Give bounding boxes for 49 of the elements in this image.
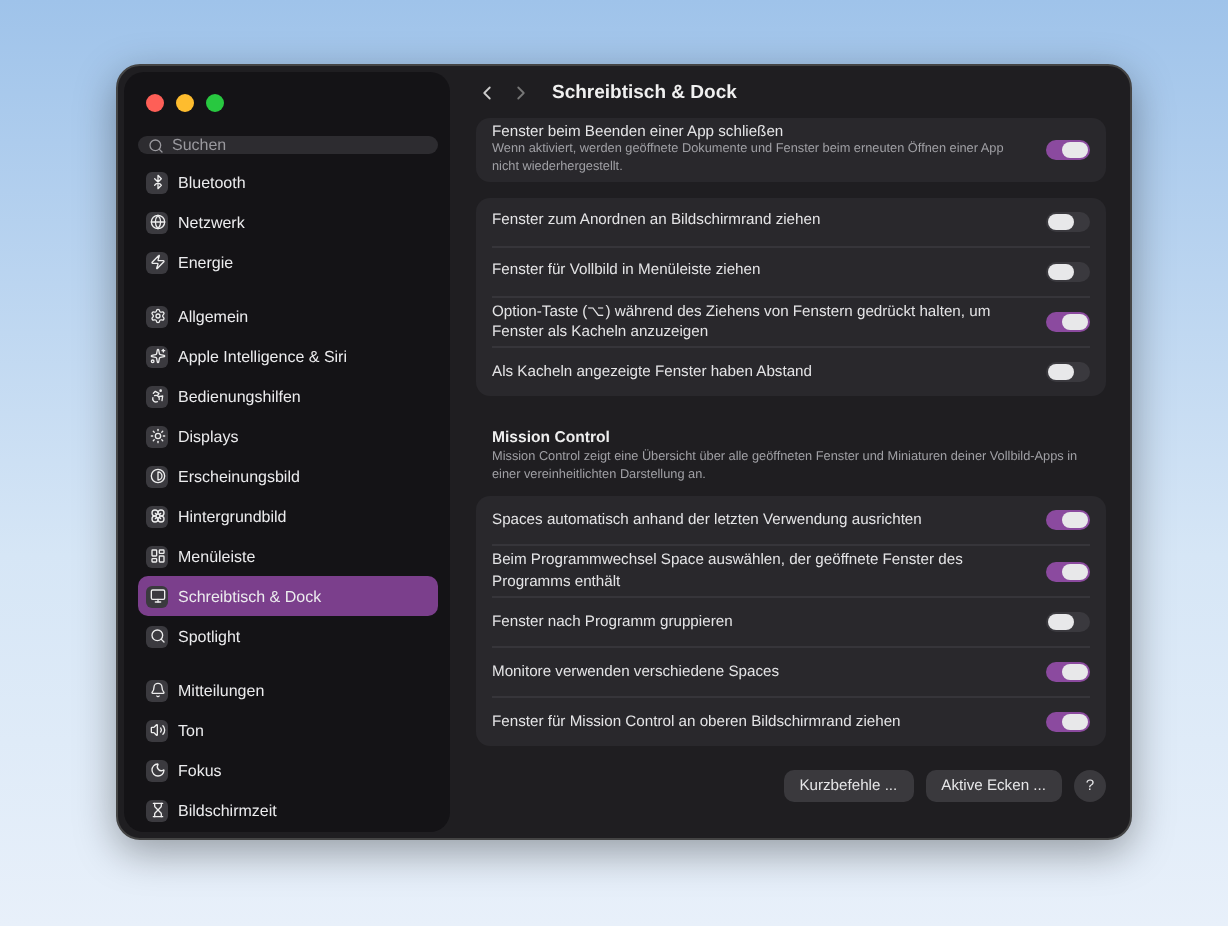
sidebar-item[interactable]: Erscheinungsbild	[138, 456, 438, 496]
search-icon	[148, 137, 164, 153]
sidebar-item[interactable]: Bildschirmzeit	[138, 790, 438, 830]
setting-icon	[146, 385, 168, 407]
setting-icon	[146, 719, 168, 741]
sidebar-item[interactable]: Energie	[138, 242, 438, 282]
minimize-button[interactable]	[176, 94, 194, 112]
zoom-button[interactable]	[206, 94, 224, 112]
toggle-switch[interactable]	[1046, 510, 1090, 531]
sidebar-item[interactable]: Bedienungshilfen	[138, 376, 438, 416]
setting-icon	[146, 545, 168, 567]
setting-icon	[146, 465, 168, 487]
toggle-switch[interactable]	[1046, 311, 1090, 332]
sidebar-item[interactable]: Mitteilungen	[138, 670, 438, 710]
sidebar-item[interactable]: Ton	[138, 710, 438, 750]
sidebar-item[interactable]: Schreibtisch & Dock	[138, 576, 438, 616]
setting-icon	[146, 625, 168, 647]
sidebar-item[interactable]: Apple Intelligence & Siri	[138, 336, 438, 376]
window-title: Schreibtisch & Dock	[552, 81, 737, 103]
setting-icon	[146, 585, 168, 607]
toggle-switch[interactable]	[1046, 139, 1090, 160]
sidebar-item[interactable]: Fokus	[138, 750, 438, 790]
toggle-switch[interactable]	[1046, 261, 1090, 282]
sidebar-item[interactable]: Spotlight	[138, 616, 438, 656]
sidebar-item[interactable]: Netzwerk	[138, 202, 438, 242]
setting-icon	[146, 171, 168, 193]
setting-icon	[146, 425, 168, 447]
toggle-switch[interactable]	[1046, 661, 1090, 682]
sidebar-item[interactable]: Bluetooth	[138, 162, 438, 202]
toggle-switch[interactable]	[1046, 561, 1090, 582]
sidebar-item[interactable]: Allgemein	[138, 296, 438, 336]
sidebar-item[interactable]: Menüleiste	[138, 536, 438, 576]
setting-icon	[146, 251, 168, 273]
close-button[interactable]	[146, 94, 164, 112]
search-field[interactable]: Suchen	[138, 136, 438, 154]
sidebar-item[interactable]: Hintergrundbild	[138, 496, 438, 536]
setting-icon	[146, 345, 168, 367]
setting-icon	[146, 759, 168, 781]
setting-icon	[146, 505, 168, 527]
setting-icon	[146, 679, 168, 701]
sidebar-item[interactable]: Displays	[138, 416, 438, 456]
toggle-switch[interactable]	[1046, 611, 1090, 632]
search-placeholder: Suchen	[172, 136, 227, 154]
toggle-switch[interactable]	[1046, 711, 1090, 732]
toggle-switch[interactable]	[1046, 362, 1090, 383]
setting-icon	[146, 799, 168, 821]
setting-icon	[146, 211, 168, 233]
toggle-switch[interactable]	[1046, 211, 1090, 232]
setting-icon	[146, 305, 168, 327]
